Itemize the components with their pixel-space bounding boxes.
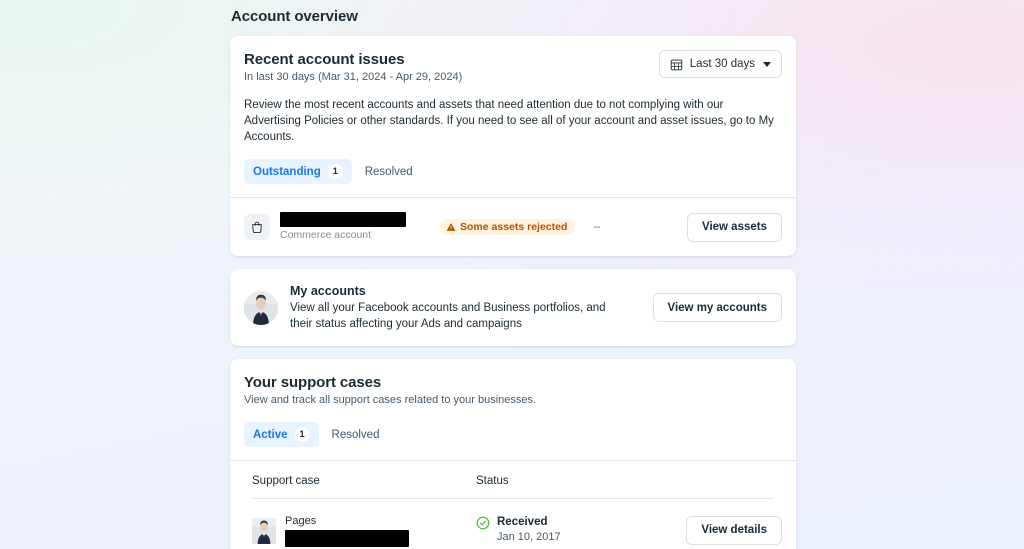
- view-my-accounts-button[interactable]: View my accounts: [652, 293, 782, 322]
- table-row[interactable]: Pages Received Jan 10, 2017 View details: [230, 499, 796, 549]
- warning-triangle-icon: [446, 222, 456, 232]
- support-cases-table-header: Support case Status: [230, 461, 796, 498]
- card-header-text: Recent account issues In last 30 days (M…: [244, 50, 462, 85]
- card-header: Recent account issues In last 30 days (M…: [244, 50, 782, 85]
- recent-issues-subtitle: In last 30 days (Mar 31, 2024 - Apr 29, …: [244, 71, 463, 83]
- tab-resolved-issues-label: Resolved: [364, 165, 413, 178]
- redacted-case-name: [285, 529, 409, 547]
- tab-outstanding-count: 1: [327, 164, 343, 179]
- calendar-icon: [670, 58, 683, 71]
- status-badge-label: Some assets rejected: [460, 221, 568, 233]
- my-accounts-text: My accounts View all your Facebook accou…: [290, 283, 629, 332]
- support-cases-subtitle: View and track all support cases related…: [244, 394, 537, 406]
- case-category-label: Pages: [285, 514, 317, 527]
- column-header-support-case: Support case: [252, 475, 320, 487]
- case-status-label: Received: [497, 516, 548, 528]
- issue-account-type: Commerce account: [280, 229, 372, 241]
- support-cases-card: Your support cases View and track all su…: [230, 359, 796, 549]
- tab-active-cases-count: 1: [294, 427, 310, 442]
- main-content-column: Recent account issues In last 30 days (M…: [230, 36, 796, 549]
- issue-name-block: Commerce account: [280, 212, 406, 242]
- case-thumbnail: [252, 517, 276, 544]
- redacted-account-name: [280, 212, 406, 227]
- account-overview-page: Account overview Recent account issues I…: [0, 0, 1024, 549]
- tab-active-cases[interactable]: Active 1: [244, 422, 319, 447]
- page-title: Account overview: [231, 8, 358, 25]
- my-accounts-card: My accounts View all your Facebook accou…: [230, 269, 796, 346]
- my-accounts-title: My accounts: [290, 284, 366, 298]
- tab-outstanding-label: Outstanding: [253, 165, 321, 178]
- case-name-block: Pages: [285, 514, 409, 547]
- case-status-text: Received Jan 10, 2017: [497, 515, 561, 545]
- case-identity: Pages: [252, 514, 476, 547]
- tab-resolved-issues[interactable]: Resolved: [356, 159, 422, 184]
- table-row[interactable]: Commerce account Some assets rejected --: [230, 198, 796, 256]
- recent-account-issues-card: Recent account issues In last 30 days (M…: [230, 36, 796, 256]
- date-range-selector[interactable]: Last 30 days: [658, 50, 782, 78]
- recent-issues-description: Review the most recent accounts and asse…: [244, 99, 774, 143]
- column-header-status: Status: [476, 475, 509, 487]
- date-range-label: Last 30 days: [689, 58, 755, 70]
- tab-active-cases-label: Active: [253, 428, 288, 441]
- support-cases-tab-list: Active 1 Resolved: [244, 422, 782, 460]
- avatar: [244, 290, 278, 325]
- tab-resolved-cases[interactable]: Resolved: [323, 422, 389, 447]
- my-accounts-description: View all your Facebook accounts and Busi…: [290, 302, 606, 330]
- tab-resolved-cases-label: Resolved: [331, 428, 380, 441]
- recent-issues-title: Recent account issues: [244, 51, 405, 68]
- my-accounts-row: My accounts View all your Facebook accou…: [230, 269, 796, 346]
- issues-tab-list: Outstanding 1 Resolved: [244, 159, 782, 197]
- issue-identity: Commerce account: [244, 212, 440, 242]
- support-cases-title: Your support cases: [244, 374, 382, 391]
- chevron-down-icon: [763, 61, 771, 67]
- case-status-date: Jan 10, 2017: [497, 531, 561, 543]
- issue-secondary-value: --: [593, 221, 600, 233]
- case-status-cell: Received Jan 10, 2017: [476, 515, 686, 545]
- tab-outstanding[interactable]: Outstanding 1: [244, 159, 352, 184]
- view-assets-button[interactable]: View assets: [686, 212, 782, 242]
- shopping-bag-icon: [244, 214, 270, 240]
- view-details-button[interactable]: View details: [686, 515, 782, 545]
- check-circle-icon: [476, 516, 490, 530]
- status-badge: Some assets rejected: [440, 219, 576, 235]
